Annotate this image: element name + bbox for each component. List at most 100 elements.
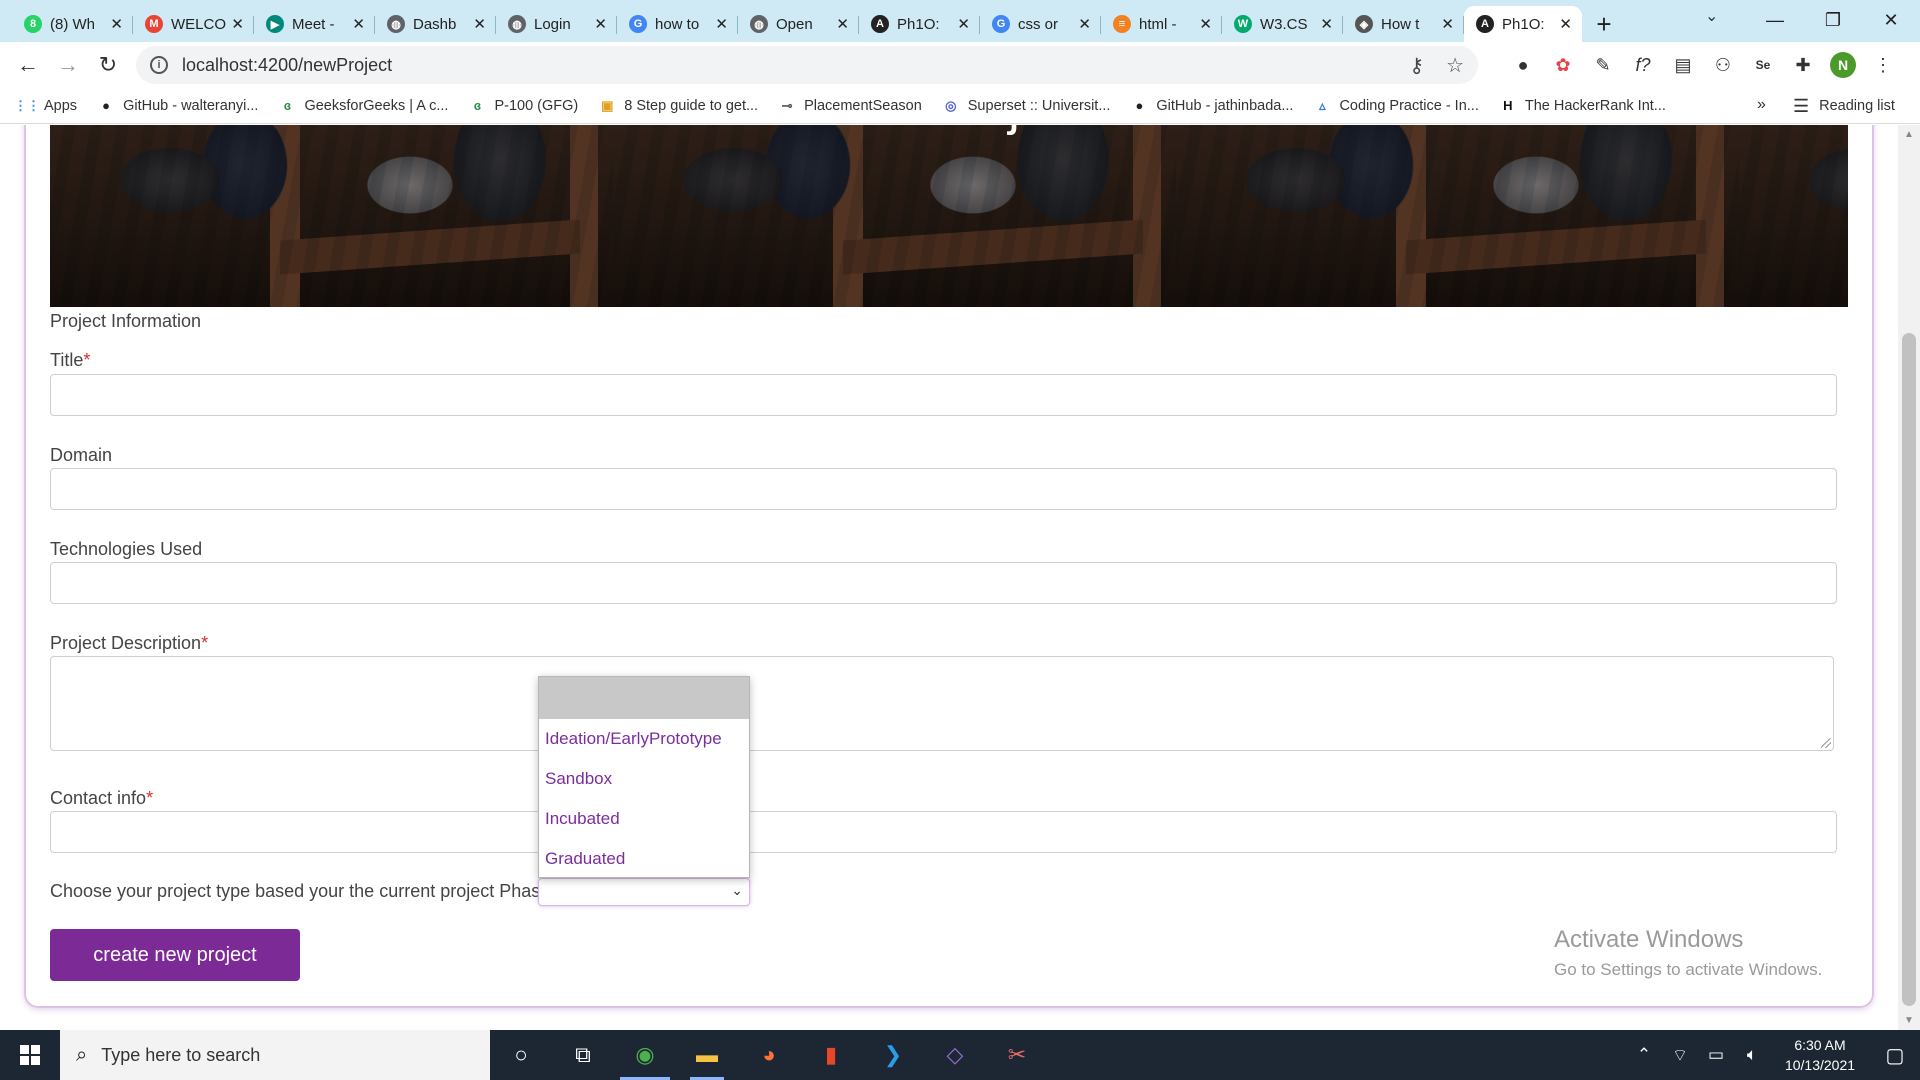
page-scrollbar[interactable]: ▲ ▼ bbox=[1898, 125, 1920, 1030]
whatsapp-icon: 8 bbox=[24, 15, 42, 33]
new-tab-button[interactable]: + bbox=[1582, 6, 1626, 42]
browser-tab[interactable]: ◍ Login ✕ bbox=[496, 6, 617, 42]
hackerrank-icon: H bbox=[1503, 98, 1513, 113]
close-tab-icon[interactable]: ✕ bbox=[715, 15, 728, 33]
office-icon[interactable]: ▮ bbox=[800, 1030, 862, 1080]
browser-tab[interactable]: A Ph1O: ✕ bbox=[1464, 6, 1582, 42]
close-tab-icon[interactable]: ✕ bbox=[1559, 15, 1572, 33]
close-tab-icon[interactable]: ✕ bbox=[352, 15, 365, 33]
close-tab-icon[interactable]: ✕ bbox=[1441, 15, 1454, 33]
close-tab-icon[interactable]: ✕ bbox=[1320, 15, 1333, 33]
browser-tab[interactable]: 8 (8) Wh ✕ bbox=[12, 6, 133, 42]
browser-tab[interactable]: ≡ html - ✕ bbox=[1101, 6, 1222, 42]
description-textarea[interactable] bbox=[50, 656, 1834, 751]
color-picker-icon[interactable]: ✿ bbox=[1550, 52, 1576, 78]
notification-icon[interactable]: ▢ bbox=[1870, 1043, 1920, 1068]
selenium-icon[interactable]: Se bbox=[1750, 52, 1776, 78]
maximize-button[interactable]: ❐ bbox=[1804, 0, 1862, 40]
browser-tab[interactable]: ◈ How t ✕ bbox=[1343, 6, 1464, 42]
firefox-icon[interactable]: ◕ bbox=[738, 1030, 800, 1080]
bookmark-star-icon[interactable]: ☆ bbox=[1446, 53, 1464, 78]
chrome-taskbar-icon[interactable]: ◉ bbox=[614, 1030, 676, 1080]
forward-button[interactable]: → bbox=[48, 45, 88, 85]
bookmark-item[interactable]: ⋮⋮ Apps bbox=[14, 97, 77, 115]
title-input[interactable] bbox=[50, 374, 1837, 416]
bookmark-item[interactable]: ● GitHub - jathinbada... bbox=[1130, 97, 1293, 115]
contact-input[interactable] bbox=[50, 811, 1837, 853]
phase-select[interactable]: ⌄ bbox=[538, 878, 750, 906]
bookmark-item[interactable]: ● GitHub - walteranyi... bbox=[97, 97, 258, 115]
phase-option[interactable]: Incubated bbox=[539, 799, 749, 839]
close-tab-icon[interactable]: ✕ bbox=[836, 15, 849, 33]
create-project-button[interactable]: create new project bbox=[50, 929, 300, 981]
phase-option[interactable]: Sandbox bbox=[539, 759, 749, 799]
vscode-icon[interactable]: ❯ bbox=[862, 1030, 924, 1080]
reload-button[interactable]: ↻ bbox=[88, 45, 128, 85]
menu-kebab-icon[interactable]: ⋮ bbox=[1870, 52, 1896, 78]
phase-option-empty[interactable] bbox=[539, 677, 749, 719]
battery-icon[interactable]: ▭ bbox=[1698, 1045, 1734, 1065]
browser-tab[interactable]: A Ph1O: ✕ bbox=[859, 6, 980, 42]
angular-icon: A bbox=[871, 15, 889, 33]
scroll-up-arrow-icon[interactable]: ▲ bbox=[1904, 129, 1914, 140]
search-placeholder: Type here to search bbox=[101, 1044, 261, 1065]
password-key-icon[interactable]: ⚷ bbox=[1409, 53, 1424, 78]
snipping-tool-icon[interactable]: ✂ bbox=[986, 1030, 1048, 1080]
profile-avatar[interactable]: N bbox=[1830, 52, 1856, 78]
font-ninja-icon[interactable]: f? bbox=[1630, 52, 1656, 78]
taskbar-search[interactable]: ⌕ Type here to search bbox=[60, 1030, 490, 1080]
cortana-icon[interactable]: ○ bbox=[490, 1030, 552, 1080]
resize-handle-icon[interactable] bbox=[1821, 738, 1831, 748]
bookmark-item[interactable]: ▣ 8 Step guide to get... bbox=[598, 97, 758, 115]
start-button[interactable] bbox=[0, 1030, 60, 1080]
extension-dark-icon[interactable]: ● bbox=[1510, 52, 1536, 78]
close-tab-icon[interactable]: ✕ bbox=[110, 15, 123, 33]
browser-tab[interactable]: Gcss or ✕ bbox=[980, 6, 1101, 42]
eyedropper-icon[interactable]: ✎ bbox=[1590, 52, 1616, 78]
close-tab-icon[interactable]: ✕ bbox=[594, 15, 607, 33]
browser-tab[interactable]: ◍ Dashb ✕ bbox=[375, 6, 496, 42]
wifi-icon[interactable]: ⌔ bbox=[1662, 1045, 1698, 1066]
phase-option[interactable]: Graduated bbox=[539, 839, 749, 879]
browser-tab[interactable]: M WELCO ✕ bbox=[133, 6, 254, 42]
scroll-down-arrow-icon[interactable]: ▼ bbox=[1904, 1015, 1914, 1026]
extension-glasses-icon[interactable]: ⚇ bbox=[1710, 52, 1736, 78]
file-explorer-icon[interactable]: ▬ bbox=[676, 1030, 738, 1080]
close-tab-icon[interactable]: ✕ bbox=[231, 15, 244, 33]
address-bar[interactable]: i localhost:4200/newProject ⚷ ☆ bbox=[136, 46, 1478, 84]
tab-title: W3.CS bbox=[1260, 15, 1308, 33]
extensions-puzzle-icon[interactable]: ✚ bbox=[1790, 52, 1816, 78]
close-tab-icon[interactable]: ✕ bbox=[957, 15, 970, 33]
close-tab-icon[interactable]: ✕ bbox=[1078, 15, 1091, 33]
phase-option[interactable]: Ideation/EarlyPrototype bbox=[539, 719, 749, 759]
task-view-icon[interactable]: ⧉ bbox=[552, 1030, 614, 1080]
bookmark-item[interactable]: ◎ Superset :: Universit... bbox=[942, 97, 1110, 115]
back-button[interactable]: ← bbox=[8, 45, 48, 85]
bookmark-item[interactable]: ▵ Coding Practice - In... bbox=[1313, 97, 1479, 115]
scroll-thumb[interactable] bbox=[1902, 333, 1916, 1006]
browser-tab[interactable]: ▶ Meet - ✕ bbox=[254, 6, 375, 42]
technologies-input[interactable] bbox=[50, 562, 1837, 604]
extension-clipboard-icon[interactable]: ▤ bbox=[1670, 52, 1696, 78]
close-tab-icon[interactable]: ✕ bbox=[1199, 15, 1212, 33]
bookmark-label: The HackerRank Int... bbox=[1524, 97, 1666, 114]
reading-list-button[interactable]: ☰ Reading list bbox=[1793, 88, 1895, 124]
browser-tab[interactable]: Ghow to ✕ bbox=[617, 6, 738, 42]
bookmark-item[interactable]: ɞ P-100 (GFG) bbox=[468, 97, 579, 115]
bookmark-item[interactable]: ⊸ PlacementSeason bbox=[778, 97, 922, 115]
more-bookmarks-button[interactable]: » bbox=[1757, 96, 1766, 114]
browser-tab[interactable]: ◍ Open ✕ bbox=[738, 6, 859, 42]
visual-studio-icon[interactable]: ◇ bbox=[924, 1030, 986, 1080]
bookmark-item[interactable]: H The HackerRank Int... bbox=[1499, 97, 1666, 115]
browser-tab[interactable]: W W3.CS ✕ bbox=[1222, 6, 1343, 42]
bookmark-item[interactable]: ɞ GeeksforGeeks | A c... bbox=[278, 97, 449, 115]
minimize-button[interactable]: — bbox=[1746, 0, 1804, 40]
chevron-up-icon[interactable]: ⌃ bbox=[1626, 1045, 1662, 1065]
close-tab-icon[interactable]: ✕ bbox=[473, 15, 486, 33]
close-window-button[interactable]: ✕ bbox=[1862, 0, 1920, 40]
domain-input[interactable] bbox=[50, 468, 1837, 510]
volume-icon[interactable]: 🔈︎ bbox=[1734, 1045, 1770, 1065]
tab-search-icon[interactable]: ⌄ bbox=[1705, 6, 1718, 26]
clock[interactable]: 6:30 AM 10/13/2021 bbox=[1770, 1035, 1870, 1075]
site-info-icon[interactable]: i bbox=[150, 56, 168, 74]
